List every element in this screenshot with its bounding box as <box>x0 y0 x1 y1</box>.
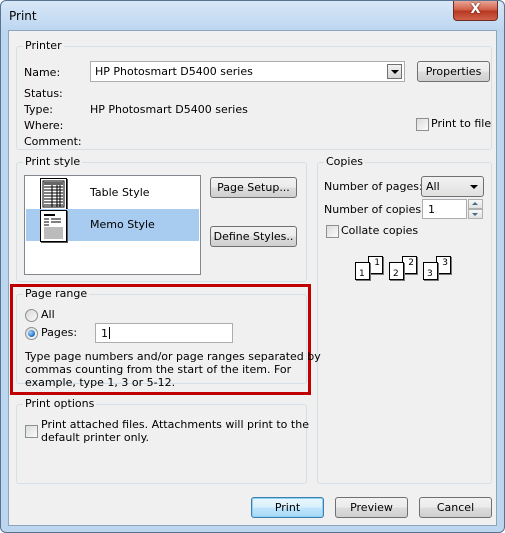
page-range-group: Page range All Pages: 1 Type page number… <box>16 287 321 389</box>
page-range-input[interactable]: 1 <box>95 323 233 343</box>
close-button[interactable]: X <box>453 1 498 21</box>
number-of-copies-input[interactable]: 1 <box>422 199 467 219</box>
collate-page-front-3: 3 <box>423 262 438 280</box>
window-title: Print <box>9 9 37 23</box>
collate-copies-checkbox[interactable] <box>326 225 339 238</box>
number-of-pages-label: Number of pages: <box>324 180 423 193</box>
dialog-body: Printer Name: HP Photosmart D5400 series… <box>8 30 497 526</box>
page-range-help-3: example, type 1, 3 or 5-12. <box>25 376 176 389</box>
collate-copies-label[interactable]: Collate copies <box>341 224 418 237</box>
type-value: HP Photosmart D5400 series <box>90 103 248 116</box>
page-range-help-1: Type page numbers and/or page ranges sep… <box>25 350 321 363</box>
printer-group-label: Printer <box>23 39 64 52</box>
title-bar: Print X <box>1 1 504 31</box>
page-range-help-2: commas counting from the start of the it… <box>25 363 292 376</box>
print-options-group-label: Print options <box>23 397 97 410</box>
close-icon: X <box>470 2 481 17</box>
properties-button[interactable]: Properties <box>417 61 490 82</box>
text-caret <box>109 327 110 339</box>
chevron-down-icon[interactable] <box>387 64 402 79</box>
comment-label: Comment: <box>24 135 82 148</box>
print-attached-files-label-2[interactable]: default printer only. <box>41 431 149 444</box>
where-label: Where: <box>24 119 64 132</box>
chevron-down-icon <box>470 185 478 189</box>
print-button[interactable]: Print <box>251 497 324 518</box>
spin-up-button[interactable] <box>468 199 483 209</box>
number-of-copies-label: Number of copies: <box>324 203 425 216</box>
table-style-label: Table Style <box>90 186 150 199</box>
preview-button[interactable]: Preview <box>335 497 408 518</box>
print-to-file-checkbox[interactable] <box>416 118 429 131</box>
collate-page-back-3: 3 <box>436 256 451 274</box>
status-label: Status: <box>24 87 63 100</box>
collate-page-back-1: 1 <box>368 256 383 274</box>
memo-style-label: Memo Style <box>90 218 155 231</box>
cancel-button[interactable]: Cancel <box>419 497 492 518</box>
memo-style-icon <box>40 210 67 242</box>
collate-page-front-1: 1 <box>355 262 370 280</box>
page-range-value: 1 <box>101 327 108 340</box>
page-range-all-label[interactable]: All <box>41 308 55 321</box>
list-item-memo-style[interactable]: Memo Style <box>26 209 199 242</box>
page-range-group-label: Page range <box>23 287 90 300</box>
print-dialog: Print X Printer Name: HP Photosmart D540… <box>0 0 505 533</box>
number-of-pages-value: All <box>426 180 440 193</box>
type-label: Type: <box>24 103 53 116</box>
spin-down-button[interactable] <box>468 209 483 219</box>
collate-page-front-2: 2 <box>389 262 404 280</box>
page-setup-button[interactable]: Page Setup... <box>210 177 297 198</box>
page-range-pages-label[interactable]: Pages: <box>41 326 77 339</box>
name-label: Name: <box>24 66 61 79</box>
copies-group-label: Copies <box>324 155 365 168</box>
list-item-table-style[interactable]: Table Style <box>26 177 199 210</box>
page-range-pages-radio[interactable] <box>25 327 38 340</box>
number-of-copies-value: 1 <box>428 203 435 216</box>
collate-illustration: 1 1 2 2 3 3 <box>355 256 465 286</box>
printer-name-value: HP Photosmart D5400 series <box>95 65 253 78</box>
print-attached-files-checkbox[interactable] <box>25 425 38 438</box>
copies-group: Copies Number of pages: All Number of co… <box>317 155 492 484</box>
printer-name-dropdown[interactable]: HP Photosmart D5400 series <box>90 61 405 82</box>
table-style-icon <box>40 178 67 210</box>
define-styles-button[interactable]: Define Styles.. <box>210 226 297 247</box>
print-attached-files-label-1[interactable]: Print attached files. Attachments will p… <box>41 418 309 431</box>
print-style-group: Print style Table Style Memo Style Page … <box>16 155 307 282</box>
arrow-up-icon <box>472 202 478 205</box>
number-of-pages-dropdown[interactable]: All <box>421 176 484 197</box>
page-range-all-radio[interactable] <box>25 309 38 322</box>
copies-spinner[interactable] <box>468 199 483 219</box>
print-to-file-label[interactable]: Print to file <box>431 117 491 130</box>
print-style-group-label: Print style <box>23 155 83 168</box>
collate-page-back-2: 2 <box>402 256 417 274</box>
printer-group: Printer Name: HP Photosmart D5400 series… <box>16 39 492 150</box>
arrow-down-icon <box>472 213 478 216</box>
print-options-group: Print options Print attached files. Atta… <box>16 397 309 484</box>
print-style-list[interactable]: Table Style Memo Style <box>24 175 201 275</box>
